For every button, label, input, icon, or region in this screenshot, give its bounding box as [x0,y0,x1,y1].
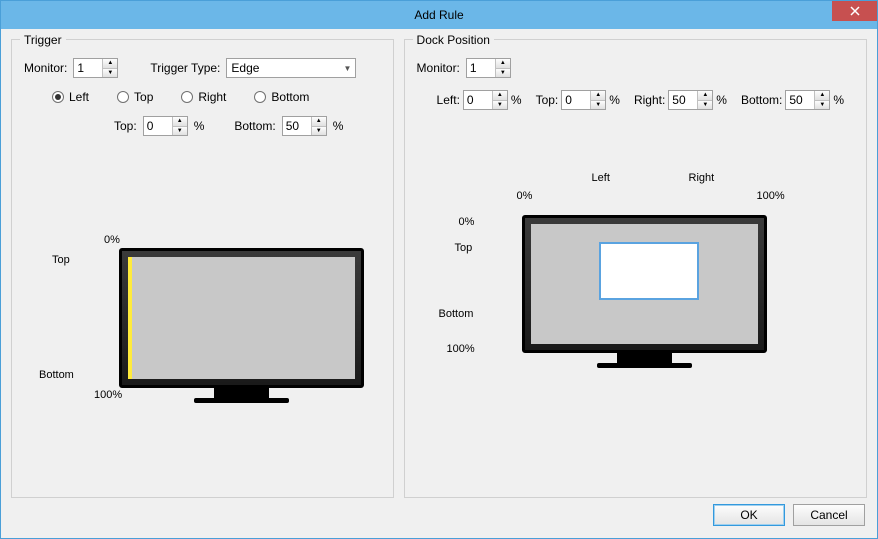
dock-left-label: Left: [437,93,460,107]
trigger-monitor-spinner[interactable]: ▲▼ [73,58,118,78]
spinner-up-icon[interactable]: ▲ [496,59,510,69]
trigger-preview: 0% Top Bottom 100% [24,154,381,485]
titlebar: Add Rule [1,1,877,29]
radio-icon [181,91,193,103]
trigger-edge-indicator [128,257,132,379]
axis-0pct: 0% [104,234,120,246]
spinner-up-icon[interactable]: ▲ [698,91,712,101]
axis-left: Left [592,172,610,184]
trigger-type-label: Trigger Type: [150,61,220,75]
radio-top[interactable]: Top [117,90,153,104]
add-rule-dialog: Add Rule Trigger Monitor: ▲▼ Trigger Typ… [0,0,878,539]
dock-right-input[interactable] [669,91,697,109]
dock-monitor-input[interactable] [467,59,495,77]
trigger-type-value: Edge [231,61,259,75]
spinner-down-icon[interactable]: ▼ [815,101,829,110]
spinner-down-icon[interactable]: ▼ [173,127,187,136]
pct-label: % [833,93,844,107]
spinner-up-icon[interactable]: ▲ [173,117,187,127]
edge-top-spinner[interactable]: ▲▼ [143,116,188,136]
pct-label: % [716,93,727,107]
radio-bottom[interactable]: Bottom [254,90,309,104]
dock-top-label: Top: [536,93,559,107]
close-button[interactable] [832,1,877,21]
trigger-type-select[interactable]: Edge ▼ [226,58,356,78]
pct-label: % [194,119,205,133]
dock-left-spinner[interactable]: ▲▼ [463,90,508,110]
radio-icon [117,91,129,103]
trigger-monitor-label: Monitor: [24,61,67,75]
dock-right-spinner[interactable]: ▲▼ [668,90,713,110]
spinner-up-icon[interactable]: ▲ [815,91,829,101]
dock-bottom-label: Bottom: [741,93,782,107]
dock-bottom-spinner[interactable]: ▲▼ [785,90,830,110]
chevron-down-icon: ▼ [343,64,351,73]
edge-bottom-spinner[interactable]: ▲▼ [282,116,327,136]
dock-left-input[interactable] [464,91,492,109]
axis-100pct: 100% [757,190,785,202]
dock-top-spinner[interactable]: ▲▼ [561,90,606,110]
edge-bottom-label: Bottom: [234,119,275,133]
spinner-down-icon[interactable]: ▼ [312,127,326,136]
axis-bottom: Bottom [39,369,74,381]
spinner-down-icon[interactable]: ▼ [493,101,507,110]
axis-100pct-v: 100% [447,343,475,355]
trigger-group-title: Trigger [20,33,66,47]
spinner-down-icon[interactable]: ▼ [698,101,712,110]
radio-right[interactable]: Right [181,90,226,104]
edge-top-input[interactable] [144,117,172,135]
pct-label: % [333,119,344,133]
axis-0pct-v: 0% [459,216,475,228]
edge-top-label: Top: [114,119,137,133]
ok-button[interactable]: OK [713,504,785,526]
axis-100pct: 100% [94,389,122,401]
radio-left[interactable]: Left [52,90,89,104]
dock-region-indicator [599,242,699,300]
dock-group: Dock Position Monitor: ▲▼ Left: ▲▼ [404,39,867,498]
axis-right: Right [689,172,715,184]
axis-top: Top [455,242,473,254]
edge-bottom-input[interactable] [283,117,311,135]
axis-top: Top [52,254,70,266]
pct-label: % [609,93,620,107]
trigger-group: Trigger Monitor: ▲▼ Trigger Type: Edge ▼ [11,39,394,498]
spinner-down-icon[interactable]: ▼ [103,69,117,78]
dock-right-label: Right: [634,93,665,107]
close-icon [850,6,860,16]
dock-bottom-input[interactable] [786,91,814,109]
radio-icon [254,91,266,103]
dock-top-input[interactable] [562,91,590,109]
client-area: Trigger Monitor: ▲▼ Trigger Type: Edge ▼ [1,29,877,538]
spinner-up-icon[interactable]: ▲ [591,91,605,101]
spinner-down-icon[interactable]: ▼ [591,101,605,110]
radio-icon [52,91,64,103]
spinner-down-icon[interactable]: ▼ [496,69,510,78]
dock-group-title: Dock Position [413,33,494,47]
axis-0pct: 0% [517,190,533,202]
spinner-up-icon[interactable]: ▲ [493,91,507,101]
spinner-up-icon[interactable]: ▲ [312,117,326,127]
spinner-up-icon[interactable]: ▲ [103,59,117,69]
dock-monitor-spinner[interactable]: ▲▼ [466,58,511,78]
cancel-button[interactable]: Cancel [793,504,865,526]
trigger-monitor-input[interactable] [74,59,102,77]
axis-bottom: Bottom [439,308,474,320]
dock-preview: 0% 100% Left Right 0% Top Bottom 100% [417,130,854,485]
dock-monitor-label: Monitor: [417,61,460,75]
window-title: Add Rule [414,8,463,22]
pct-label: % [511,93,522,107]
